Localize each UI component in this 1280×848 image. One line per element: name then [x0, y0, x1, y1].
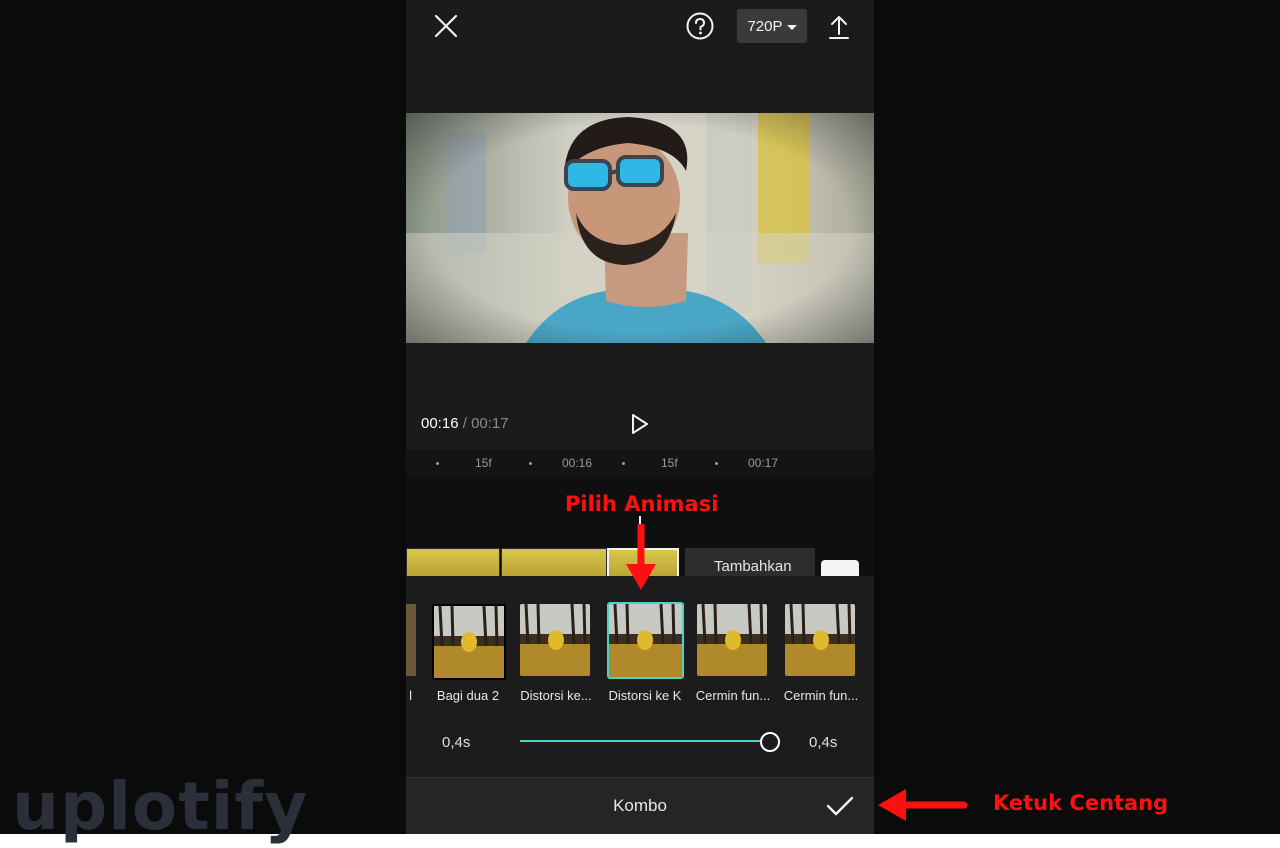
animation-thumb[interactable]	[785, 604, 855, 676]
animation-thumb[interactable]	[432, 604, 506, 680]
play-icon[interactable]	[628, 411, 652, 437]
bottom-bar: Kombo	[406, 777, 874, 834]
help-icon[interactable]	[685, 11, 715, 41]
export-icon[interactable]	[825, 12, 853, 42]
animation-preview-image	[520, 604, 590, 676]
resolution-label: 720P	[747, 17, 783, 35]
duration-min-label: 0,4s	[442, 734, 471, 751]
total-time: 00:17	[471, 415, 509, 432]
timeline-clip[interactable]	[406, 548, 500, 578]
timeline-clip[interactable]	[501, 548, 607, 578]
time-separator: /	[458, 415, 472, 432]
ruler-mark: 15f	[475, 456, 492, 470]
arrow-left-icon	[878, 789, 968, 821]
app-screen: 720P 00:16 / 00:17 15f 00:16 15f 00:17 T…	[406, 0, 874, 834]
checkmark-icon[interactable]	[824, 792, 856, 820]
ruler-dot	[715, 462, 718, 465]
video-preview[interactable]	[406, 113, 874, 343]
chevron-down-icon	[786, 24, 797, 30]
duration-slider-track[interactable]	[520, 740, 770, 742]
ruler-dot	[622, 462, 625, 465]
animation-label: Distorsi ke K	[608, 688, 682, 703]
animation-label: l	[409, 688, 412, 703]
animation-thumb[interactable]	[520, 604, 590, 676]
ruler-mark: 15f	[661, 456, 678, 470]
animation-label: Cermin fun...	[695, 688, 771, 703]
annotation-pilih-animasi: Pilih Animasi	[565, 492, 719, 516]
animation-label: Cermin fun...	[783, 688, 859, 703]
arrow-down-icon	[626, 524, 656, 590]
resolution-dropdown[interactable]: 720P	[737, 9, 807, 43]
ruler-mark: 00:16	[562, 456, 593, 470]
current-time: 00:16	[421, 415, 459, 432]
playback-time: 00:16 / 00:17	[421, 415, 509, 432]
annotation-ketuk-centang: Ketuk Centang	[993, 791, 1169, 815]
animation-thumb-partial[interactable]	[406, 604, 416, 676]
duration-slider-handle[interactable]	[760, 732, 780, 752]
add-clip-button[interactable]: Tambahkan	[685, 548, 815, 576]
animation-preview-image	[785, 604, 855, 676]
animation-preview-image	[434, 606, 504, 678]
top-toolbar: 720P	[406, 0, 874, 60]
close-icon[interactable]	[432, 12, 460, 40]
ruler-dot	[436, 462, 439, 465]
duration-max-label: 0,4s	[809, 734, 838, 751]
animation-thumb-selected[interactable]	[607, 602, 684, 679]
animation-thumb[interactable]	[697, 604, 767, 676]
ruler-dot	[529, 462, 532, 465]
animation-label: Distorsi ke...	[520, 688, 592, 703]
video-frame-image	[406, 113, 874, 343]
category-label: Kombo	[613, 796, 667, 815]
ruler-mark: 00:17	[748, 456, 779, 470]
animation-preview-image	[609, 604, 682, 677]
watermark-logo: uplotify	[12, 768, 309, 845]
animation-preview-image	[697, 604, 767, 676]
timeline-ruler: 15f 00:16 15f 00:17	[406, 450, 874, 476]
animation-label: Bagi dua 2	[436, 688, 500, 703]
add-clip-label: Tambahkan	[714, 558, 792, 575]
